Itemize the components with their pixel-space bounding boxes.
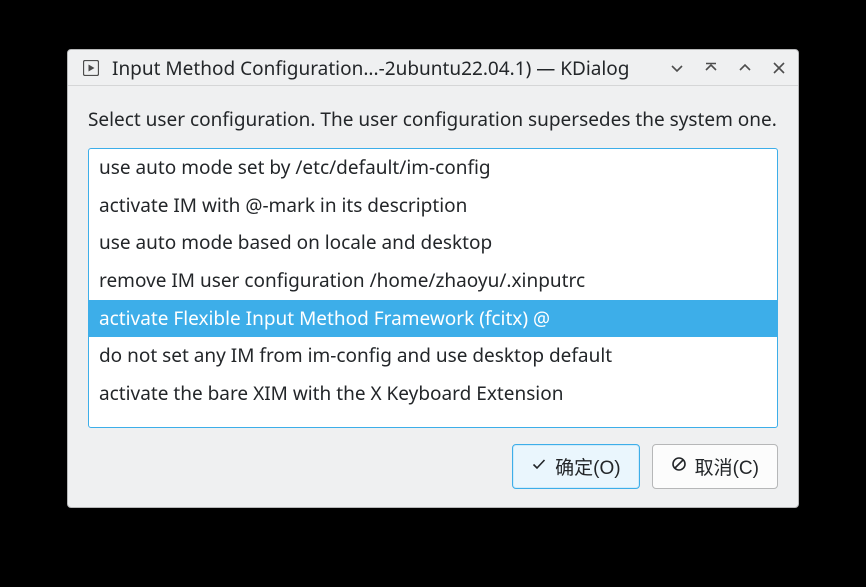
- button-row: 确定(O) 取消(C): [88, 428, 778, 507]
- list-item[interactable]: activate IM with @-mark in its descripti…: [89, 187, 777, 225]
- cancel-button-label: 取消(C): [695, 453, 759, 480]
- app-icon: [82, 59, 100, 77]
- list-item[interactable]: do not set any IM from im-config and use…: [89, 337, 777, 375]
- keep-below-button[interactable]: [664, 55, 690, 81]
- titlebar: Input Method Configuration...-2ubuntu22.…: [68, 50, 798, 86]
- instruction-label: Select user configuration. The user conf…: [88, 106, 778, 132]
- list-item[interactable]: activate Flexible Input Method Framework…: [89, 300, 777, 338]
- list-item[interactable]: use auto mode based on locale and deskto…: [89, 224, 777, 262]
- list-item[interactable]: activate the bare XIM with the X Keyboar…: [89, 375, 777, 413]
- dialog-content: Select user configuration. The user conf…: [68, 86, 798, 507]
- keep-above-button[interactable]: [698, 55, 724, 81]
- list-item[interactable]: remove IM user configuration /home/zhaoy…: [89, 262, 777, 300]
- cancel-icon: [671, 456, 687, 478]
- config-listbox[interactable]: use auto mode set by /etc/default/im-con…: [88, 148, 778, 428]
- close-button[interactable]: [766, 55, 792, 81]
- ok-button-label: 确定(O): [555, 453, 620, 480]
- ok-button[interactable]: 确定(O): [512, 444, 639, 489]
- cancel-button[interactable]: 取消(C): [652, 444, 778, 489]
- list-item[interactable]: use auto mode set by /etc/default/im-con…: [89, 149, 777, 187]
- check-icon: [531, 456, 547, 478]
- maximize-button[interactable]: [732, 55, 758, 81]
- window-controls: [664, 55, 792, 81]
- window-title: Input Method Configuration...-2ubuntu22.…: [112, 55, 664, 81]
- dialog-window: Input Method Configuration...-2ubuntu22.…: [67, 49, 799, 508]
